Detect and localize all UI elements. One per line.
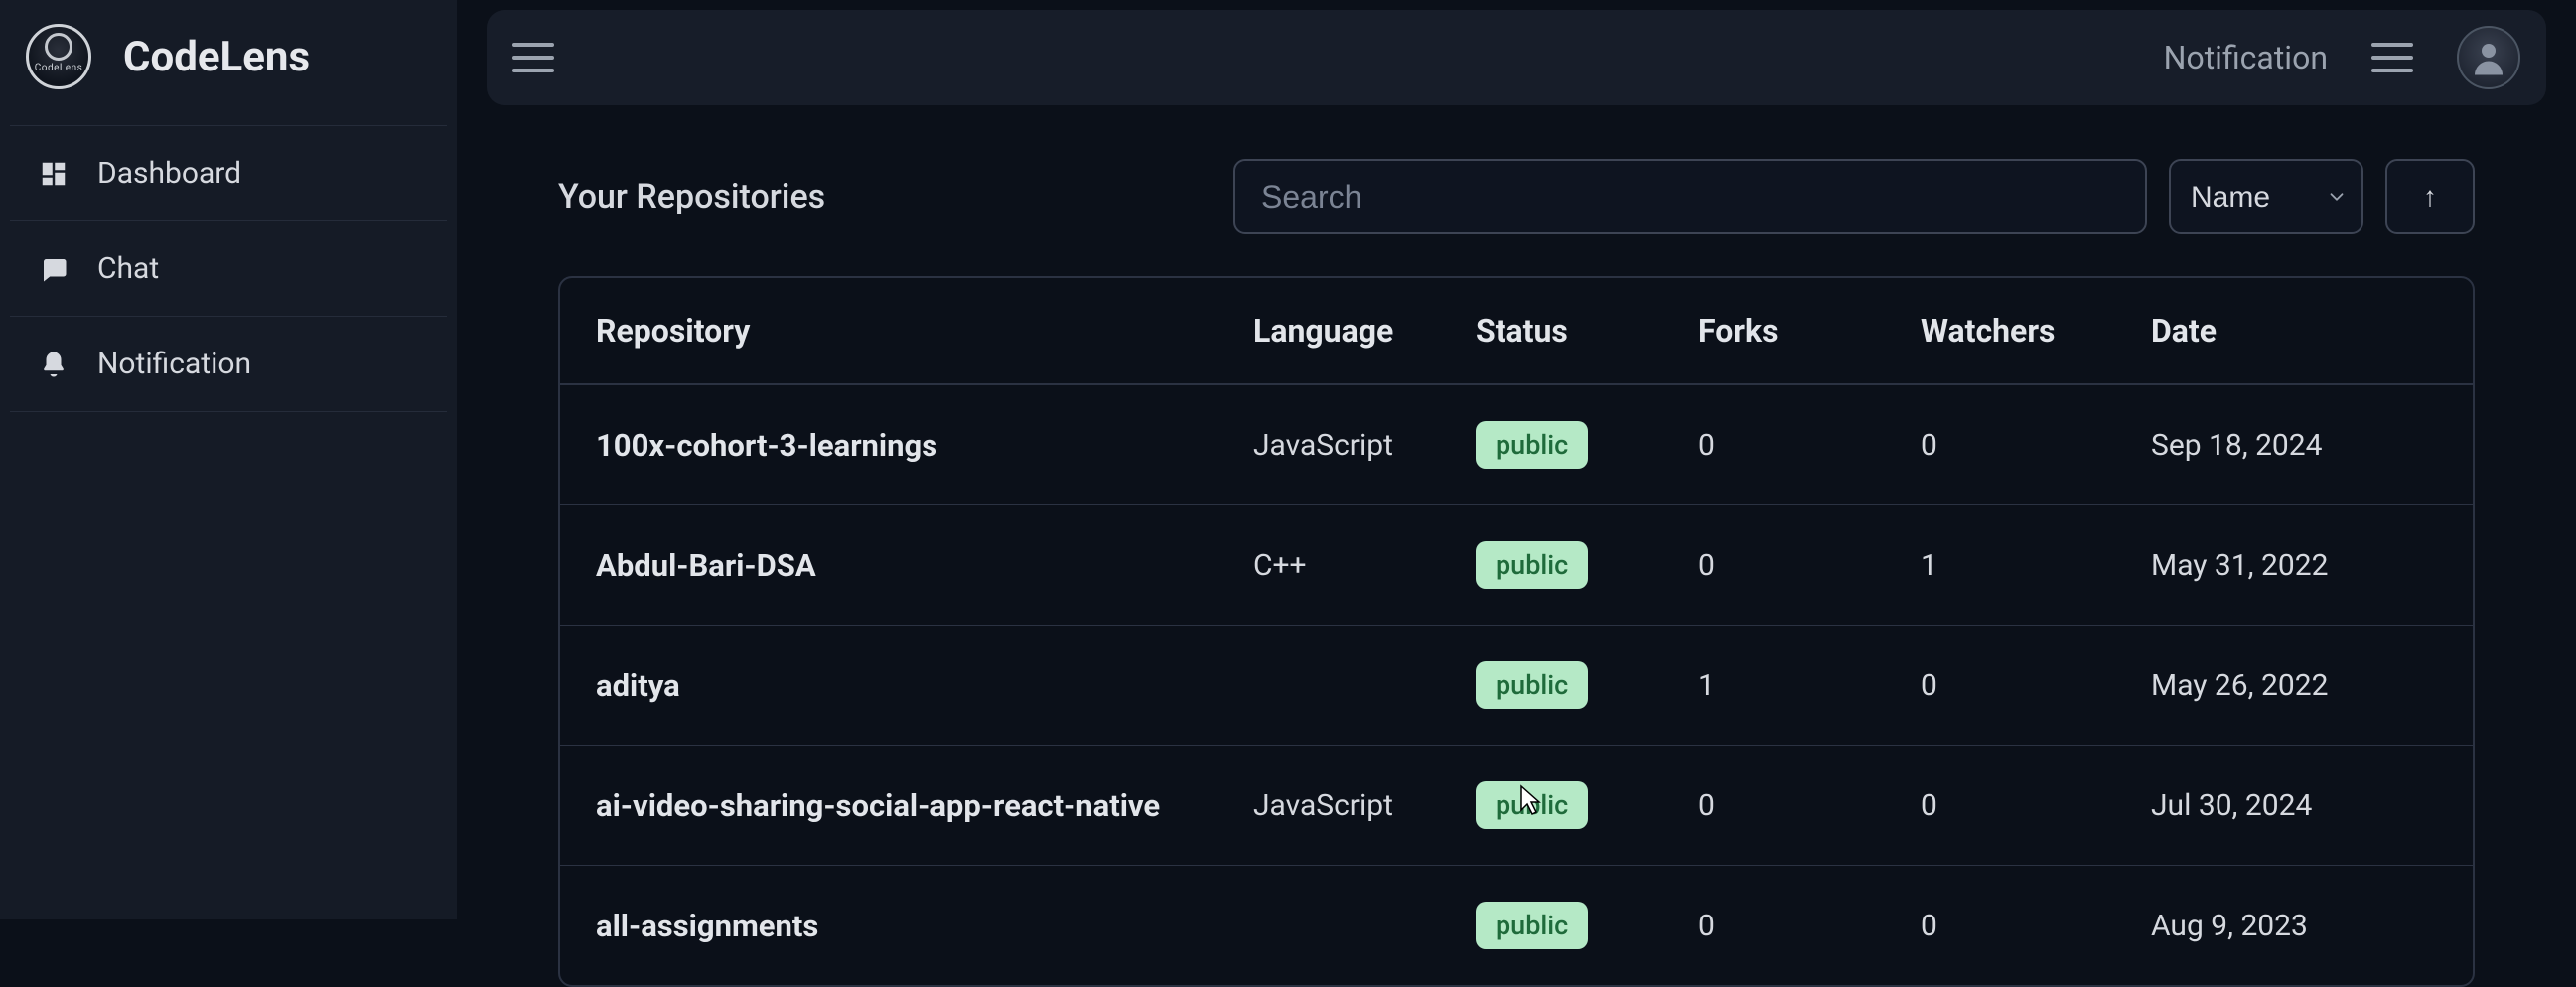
brand-block: CodeLens CodeLens: [10, 18, 447, 125]
cell-date: Sep 18, 2024: [2123, 384, 2473, 505]
cell-watchers: 1: [1893, 505, 2123, 626]
table-row[interactable]: ai-video-sharing-social-app-react-native…: [560, 746, 2473, 866]
cell-status: public: [1448, 384, 1670, 505]
cell-repo: Abdul-Bari-DSA: [560, 505, 1225, 626]
menu-toggle-right[interactable]: [2371, 43, 2413, 72]
repo-table: Repository Language Status Forks Watcher…: [558, 276, 2475, 987]
table-header-row: Repository Language Status Forks Watcher…: [560, 278, 2473, 384]
page-title: Your Repositories: [558, 177, 825, 216]
cell-status: public: [1448, 505, 1670, 626]
cell-watchers: 0: [1893, 384, 2123, 505]
topbar: Notification: [487, 10, 2546, 105]
brand-name: CodeLens: [123, 33, 310, 81]
sidebar-item-notification[interactable]: Notification: [10, 317, 447, 412]
table-row[interactable]: Abdul-Bari-DSAC++ public 01May 31, 2022: [560, 505, 2473, 626]
search-input[interactable]: [1233, 159, 2147, 234]
sort-direction-button[interactable]: ↑: [2385, 159, 2475, 234]
col-status: Status: [1448, 278, 1670, 384]
dashboard-icon: [38, 158, 70, 190]
cell-language: JavaScript: [1225, 746, 1448, 866]
cell-date: Jul 30, 2024: [2123, 746, 2473, 866]
status-badge: public: [1476, 781, 1588, 829]
sidebar-item-label: Dashboard: [97, 156, 241, 191]
chat-icon: [38, 253, 70, 285]
sort-select[interactable]: Name: [2169, 159, 2363, 234]
menu-toggle-left[interactable]: [512, 43, 554, 72]
cell-forks: 0: [1670, 384, 1893, 505]
cell-status: public: [1448, 626, 1670, 746]
col-repository: Repository: [560, 278, 1225, 384]
sidebar-item-chat[interactable]: Chat: [10, 221, 447, 317]
notification-link[interactable]: Notification: [2164, 39, 2328, 76]
cell-forks: 0: [1670, 866, 1893, 986]
cell-language: [1225, 626, 1448, 746]
cell-status: public: [1448, 746, 1670, 866]
main: Notification Your Repositories Name ↑: [457, 0, 2576, 919]
table-row[interactable]: 100x-cohort-3-learningsJavaScript public 0…: [560, 384, 2473, 505]
sidebar-item-dashboard[interactable]: Dashboard: [10, 125, 447, 221]
cell-repo: aditya: [560, 626, 1225, 746]
cell-forks: 0: [1670, 746, 1893, 866]
cell-forks: 1: [1670, 626, 1893, 746]
cell-date: May 31, 2022: [2123, 505, 2473, 626]
cell-watchers: 0: [1893, 626, 2123, 746]
table-row[interactable]: aditya public 10May 26, 2022: [560, 626, 2473, 746]
sidebar: CodeLens CodeLens Dashboard Chat Notific…: [0, 0, 457, 919]
arrow-up-icon: ↑: [2423, 181, 2437, 212]
topbar-right: Notification: [2164, 26, 2520, 89]
col-date: Date: [2123, 278, 2473, 384]
status-badge: public: [1476, 661, 1588, 709]
cell-language: [1225, 866, 1448, 986]
bell-icon: [38, 349, 70, 380]
cell-repo: all-assignments: [560, 866, 1225, 986]
cell-language: JavaScript: [1225, 384, 1448, 505]
cell-repo: ai-video-sharing-social-app-react-native: [560, 746, 1225, 866]
cell-date: Aug 9, 2023: [2123, 866, 2473, 986]
cell-watchers: 0: [1893, 746, 2123, 866]
col-language: Language: [1225, 278, 1448, 384]
status-badge: public: [1476, 421, 1588, 469]
sidebar-item-label: Notification: [97, 347, 251, 381]
sidebar-nav: Dashboard Chat Notification: [10, 125, 447, 412]
cell-repo: 100x-cohort-3-learnings: [560, 384, 1225, 505]
col-forks: Forks: [1670, 278, 1893, 384]
cell-status: public: [1448, 866, 1670, 986]
status-badge: public: [1476, 902, 1588, 949]
sidebar-item-label: Chat: [97, 251, 159, 286]
cell-watchers: 0: [1893, 866, 2123, 986]
cell-language: C++: [1225, 505, 1448, 626]
col-watchers: Watchers: [1893, 278, 2123, 384]
status-badge: public: [1476, 541, 1588, 589]
brand-logo: CodeLens: [26, 24, 91, 89]
cell-forks: 0: [1670, 505, 1893, 626]
content-header: Your Repositories Name ↑: [558, 159, 2475, 234]
avatar[interactable]: [2457, 26, 2520, 89]
table-row[interactable]: all-assignmentspublic00Aug 9, 2023: [560, 866, 2473, 986]
cell-date: May 26, 2022: [2123, 626, 2473, 746]
content: Your Repositories Name ↑ Repository Lang…: [487, 159, 2546, 987]
